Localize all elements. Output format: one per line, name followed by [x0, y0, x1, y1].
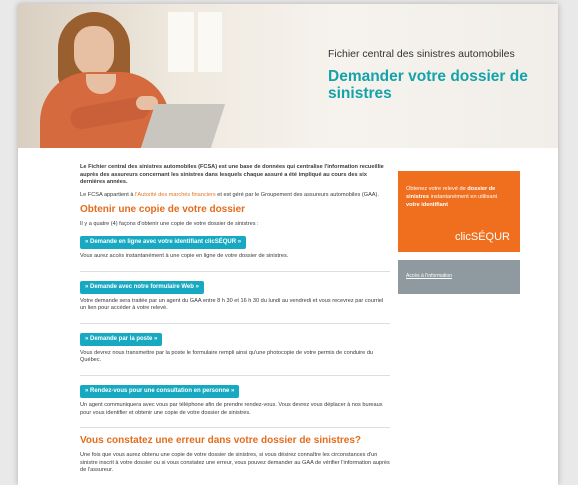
access-info-link[interactable]: Accès à l'information	[398, 260, 520, 294]
hero-banner: Fichier central des sinistres automobile…	[18, 4, 558, 148]
option-text: Vous devrez nous transmettre par la post…	[80, 349, 374, 364]
page-title: Demander votre dossier de sinistres	[328, 68, 528, 102]
promo-text-1: Obtenez votre relevé de	[406, 186, 468, 192]
in-person-button[interactable]: » Rendez-vous pour une consultation en p…	[80, 384, 240, 398]
option-in-person: » Rendez-vous pour une consultation en p…	[80, 383, 390, 429]
hero-kicker: Fichier central des sinistres automobile…	[328, 48, 515, 60]
clicsequr-promo[interactable]: Obtenez votre relevé de dossier de sinis…	[398, 171, 520, 252]
online-request-button[interactable]: » Demande en ligne avec votre identifian…	[80, 235, 247, 249]
amf-link[interactable]: l'Autorité des marchés financiers	[135, 192, 216, 198]
option-mail: » Demande par la poste » Vous devrez nou…	[80, 331, 390, 376]
mail-request-button[interactable]: » Demande par la poste »	[80, 332, 163, 346]
section-title-obtain-copy: Obtenir une copie de votre dossier	[80, 204, 246, 216]
option-text: Un agent communiquera avec vous par télé…	[80, 401, 383, 416]
error-text: Une fois que vous aurez obtenu une copie…	[80, 452, 390, 474]
intro-text: Le Fichier central des sinistres automob…	[80, 164, 384, 186]
option-text: Votre demande sera traitée par un agent …	[80, 297, 384, 312]
main-content: Le Fichier central des sinistres automob…	[80, 164, 390, 480]
page: Fichier central des sinistres automobile…	[18, 4, 558, 485]
fcsa-text-after: et est géré par le Groupement des assure…	[215, 191, 379, 198]
clicsequr-logo: clicSÉQUR	[454, 231, 510, 244]
fcsa-text-before: Le FCSA appartient à	[80, 191, 136, 198]
option-web-form: » Demande avec notre formulaire Web » Vo…	[80, 279, 390, 324]
promo-text-2: instantanément en utilisant	[429, 193, 498, 200]
promo-bold-2: votre identifiant	[406, 201, 448, 208]
section-lead: Il y a quatre (4) façons d'obtenir une c…	[80, 221, 259, 228]
option-text: Vous aurez accès instantanément à une co…	[80, 252, 289, 259]
hero-photo	[18, 4, 228, 148]
web-form-button[interactable]: » Demande avec notre formulaire Web »	[80, 280, 204, 294]
option-online: » Demande en ligne avec votre identifian…	[80, 234, 390, 272]
section-title-error: Vous constatez une erreur dans votre dos…	[80, 435, 362, 447]
fcsa-owner-text: Le FCSA appartient à l'Autorité des marc…	[80, 192, 390, 200]
